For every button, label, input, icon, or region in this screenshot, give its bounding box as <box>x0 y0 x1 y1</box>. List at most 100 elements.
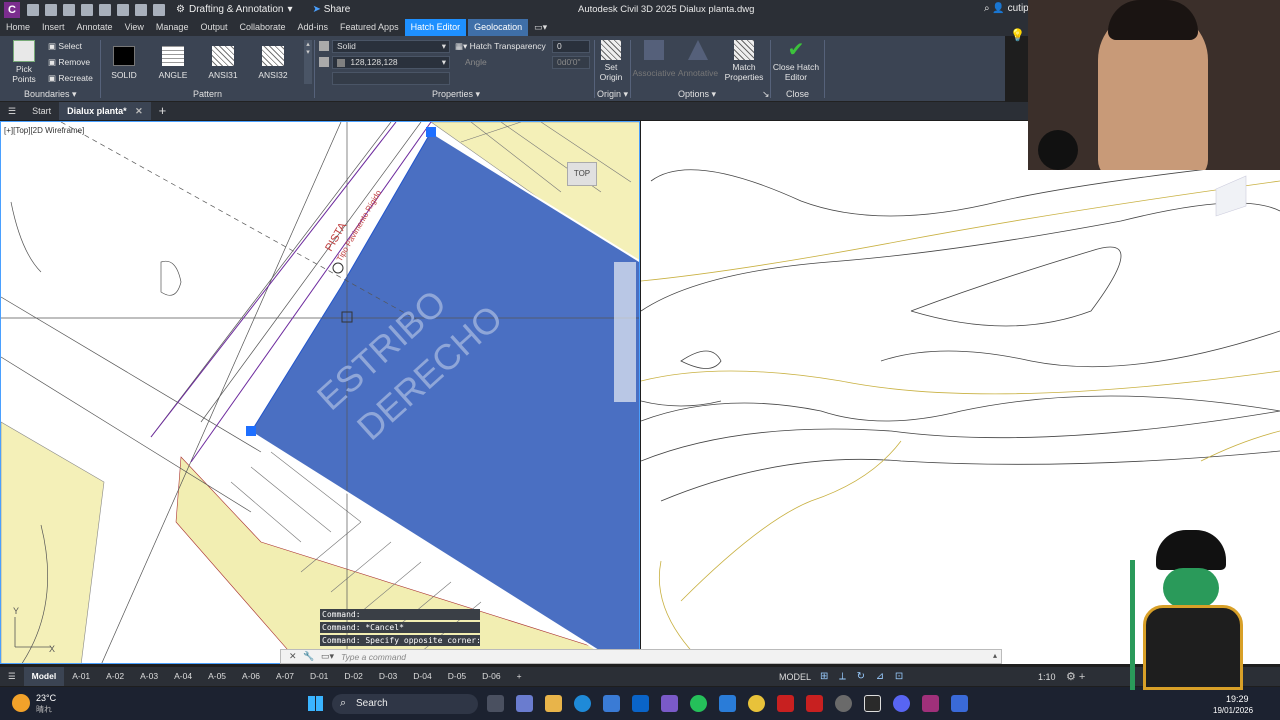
file-explorer-icon[interactable] <box>545 695 562 712</box>
pattern-ansi32[interactable]: ANSI32 <box>255 46 291 80</box>
close-hatch-editor-button[interactable]: ✔ Close Hatch Editor <box>772 40 820 82</box>
pick-points-button[interactable]: Pick Points <box>4 40 44 84</box>
hatch-type-select[interactable]: Solid ▾ <box>332 40 450 53</box>
chevron-up-icon[interactable]: ▴ <box>993 651 997 660</box>
origin-group-title[interactable]: Origin ▾ <box>597 89 628 100</box>
save-as-icon[interactable] <box>81 3 93 16</box>
viewport-left[interactable]: ESTRIBO DERECHO PISTA Tipo Pavimento Ríg… <box>0 121 640 664</box>
app-icon[interactable] <box>951 695 968 712</box>
layout-tab[interactable]: A-06 <box>234 667 268 686</box>
set-origin-button[interactable]: Set Origin <box>596 40 626 82</box>
layout-tab[interactable]: A-02 <box>98 667 132 686</box>
layout-tab[interactable]: D-01 <box>302 667 336 686</box>
civil3d-icon[interactable] <box>922 695 939 712</box>
tab-collaborate[interactable]: Collaborate <box>233 19 291 36</box>
layout-tab[interactable]: D-02 <box>336 667 370 686</box>
options-group-title[interactable]: Options ▾ <box>678 89 716 100</box>
search-icon[interactable]: ⌕ <box>984 3 990 14</box>
layout-menu-icon[interactable]: ☰ <box>0 667 24 686</box>
teams-icon[interactable] <box>661 695 678 712</box>
tab-home[interactable]: Home <box>0 19 36 36</box>
app-icon[interactable] <box>835 695 852 712</box>
lightbulb-icon[interactable]: 💡 <box>1010 28 1025 42</box>
viewcube[interactable]: TOP <box>567 162 597 186</box>
layout-tab[interactable]: A-04 <box>166 667 200 686</box>
pattern-scroll[interactable]: ▴ ▾ <box>304 40 312 84</box>
grip[interactable] <box>426 127 436 137</box>
task-view-icon[interactable] <box>487 695 504 712</box>
command-prompt-icon[interactable]: ▭▾ <box>321 651 334 662</box>
open-file-icon[interactable] <box>45 3 57 16</box>
model-space-toggle[interactable]: MODEL <box>779 672 811 682</box>
layout-tab-model[interactable]: Model <box>23 667 65 686</box>
edge-icon[interactable] <box>574 695 591 712</box>
weather-icon[interactable] <box>12 694 30 712</box>
boundaries-group-title[interactable]: Boundaries ▾ <box>24 89 77 100</box>
vscode-icon[interactable] <box>719 695 736 712</box>
workspace-switcher[interactable]: ⚙ Drafting & Annotation ▾ <box>176 4 293 15</box>
undo-icon[interactable] <box>135 3 147 16</box>
navigation-bar[interactable] <box>614 262 636 402</box>
layout-tab[interactable]: A-03 <box>132 667 166 686</box>
transparency-input[interactable]: 0 <box>552 40 590 53</box>
tab-annotate[interactable]: Annotate <box>71 19 119 36</box>
annotative-button[interactable]: Annotative <box>676 40 720 78</box>
angle-input[interactable]: 0d0'0" <box>552 56 590 69</box>
start-button[interactable] <box>308 696 323 711</box>
taskbar-search[interactable]: ⌕ Search <box>332 694 478 714</box>
tab-dialux-planta[interactable]: Dialux planta* ✕ <box>59 102 151 120</box>
outlook-icon[interactable] <box>632 695 649 712</box>
layout-tab[interactable]: D-05 <box>440 667 474 686</box>
tab-featured-apps[interactable]: Featured Apps <box>334 19 405 36</box>
command-line[interactable]: ✕ 🔧 ▭▾ Type a command ▴ <box>280 649 1002 664</box>
annotation-scale[interactable]: 1:10 <box>1038 672 1056 682</box>
add-layout-button[interactable]: + <box>509 667 530 686</box>
options-dialog-launcher[interactable]: ↘ <box>762 89 770 100</box>
weather-temperature[interactable]: 23°C <box>36 693 56 703</box>
save-icon[interactable] <box>63 3 75 16</box>
whatsapp-icon[interactable] <box>690 695 707 712</box>
layout-tab[interactable]: D-03 <box>371 667 405 686</box>
chrome-icon[interactable] <box>748 695 765 712</box>
associative-button[interactable]: Associative <box>632 40 676 78</box>
app-menu-icon[interactable]: ☰ <box>0 102 24 120</box>
close-icon[interactable]: ✕ <box>135 106 143 116</box>
properties-group-title[interactable]: Properties ▾ <box>432 89 480 100</box>
layout-tab[interactable]: D-06 <box>474 667 508 686</box>
copilot-icon[interactable] <box>516 695 533 712</box>
viewcube-3d[interactable] <box>1215 175 1247 217</box>
layout-tab[interactable]: A-07 <box>268 667 302 686</box>
new-tab-button[interactable]: + <box>151 102 175 120</box>
workspace-settings-icon[interactable]: ⚙ + <box>1066 670 1085 683</box>
customize-icon[interactable]: 🔧 <box>303 651 314 662</box>
ribbon-options-icon[interactable]: ▭▾ <box>528 19 553 36</box>
discord-icon[interactable] <box>893 695 910 712</box>
store-icon[interactable] <box>603 695 620 712</box>
status-toggles[interactable]: ⊞ ⟂ ↻ ⊿ ⊡ <box>820 671 907 682</box>
clock-date[interactable]: 19/01/2026 <box>1213 706 1253 715</box>
layout-tab[interactable]: A-05 <box>200 667 234 686</box>
tab-add-ins[interactable]: Add-ins <box>292 19 335 36</box>
new-file-icon[interactable] <box>27 3 39 16</box>
acrobat-icon[interactable] <box>777 695 794 712</box>
clock-time[interactable]: 19:29 <box>1226 694 1249 704</box>
tab-insert[interactable]: Insert <box>36 19 71 36</box>
web-mobile-icon[interactable] <box>99 3 111 16</box>
background-color-select[interactable] <box>332 72 450 85</box>
match-properties-button[interactable]: Match Properties <box>722 40 766 82</box>
command-input[interactable]: Type a command <box>341 652 406 662</box>
print-icon[interactable] <box>117 3 129 16</box>
viewport-controls-label[interactable]: [+][Top][2D Wireframe] <box>4 126 84 135</box>
hatch-color-select[interactable]: 128,128,128 ▾ <box>332 56 450 69</box>
close-icon[interactable]: ✕ <box>289 651 297 662</box>
redo-icon[interactable] <box>153 3 165 16</box>
tab-output[interactable]: Output <box>194 19 233 36</box>
tab-hatch-editor[interactable]: Hatch Editor <box>404 19 467 36</box>
pattern-ansi31[interactable]: ANSI31 <box>205 46 241 80</box>
recreate-button[interactable]: ▣ Recreate <box>48 73 93 83</box>
remove-button[interactable]: ▣ Remove <box>48 57 90 67</box>
share-button[interactable]: ➤ Share <box>313 4 351 15</box>
tab-start[interactable]: Start <box>24 102 59 120</box>
grip[interactable] <box>246 426 256 436</box>
app-logo[interactable]: C <box>4 1 20 18</box>
